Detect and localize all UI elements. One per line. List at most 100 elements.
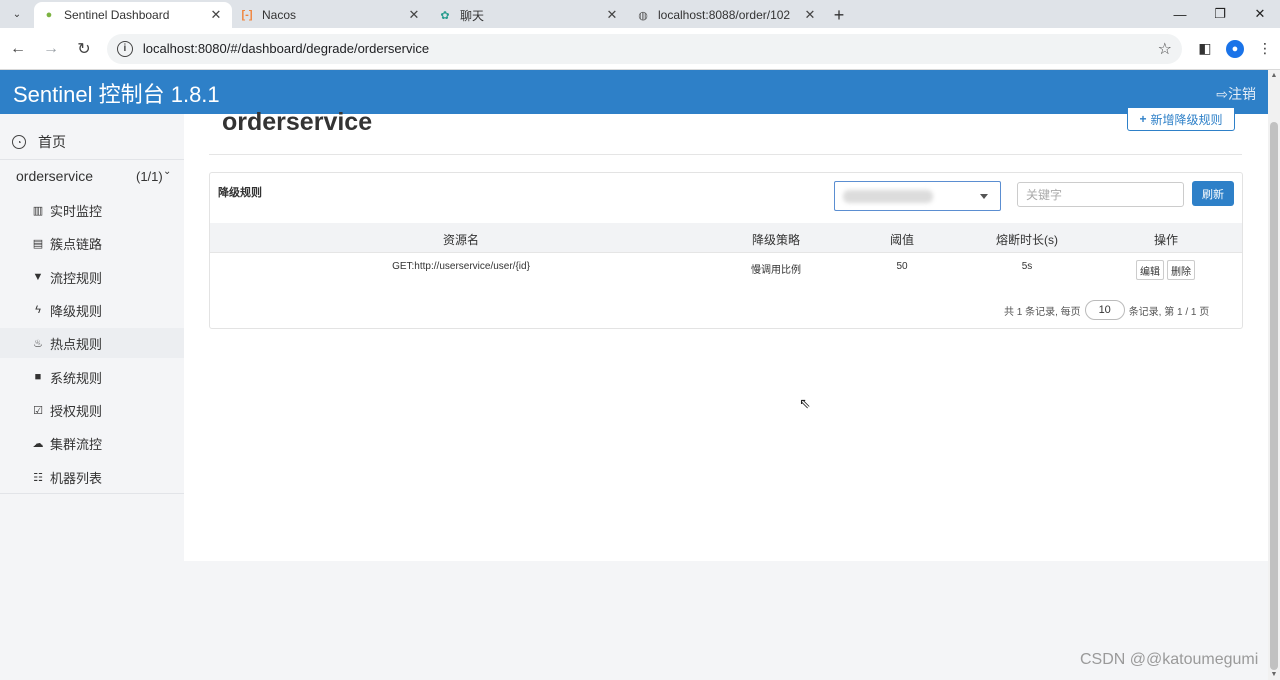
back-icon[interactable]: ← (3, 34, 33, 64)
scroll-down-icon[interactable]: ▼ (1268, 671, 1280, 678)
forward-icon[interactable]: → (36, 34, 66, 64)
refresh-button[interactable]: 刷新 (1192, 181, 1234, 206)
th-list-icon: ☷ (33, 471, 43, 484)
blurred-selected-value (843, 190, 933, 203)
add-degrade-rule-button[interactable]: + 新增降级规则 (1127, 108, 1235, 131)
page-footer-area (0, 561, 1268, 680)
tab-search-button[interactable]: ⌄ (6, 3, 28, 25)
sidebar-item-cluster-flow[interactable]: ☁ 集群流控 (0, 428, 184, 458)
page-title: orderservice (222, 108, 373, 136)
sidebar-item-label: 首页 (38, 134, 66, 150)
sidebar-item-machine-list[interactable]: ☷ 机器列表 (0, 462, 184, 492)
reload-icon[interactable]: ↻ (69, 34, 99, 64)
openai-icon: ✿ (440, 9, 450, 22)
bookmark-star-icon[interactable]: ☆ (1158, 39, 1172, 59)
chevron-down-icon: ⌄ (163, 166, 172, 177)
close-icon[interactable]: ✕ (802, 7, 818, 23)
sidebar-item-degrade-rules[interactable]: ϟ 降级规则 (0, 295, 184, 325)
tab-nacos[interactable]: [-] Nacos ✕ (232, 2, 430, 28)
column-header-duration: 熔断时长(s) (996, 233, 1058, 247)
close-icon[interactable]: ✕ (406, 7, 422, 23)
column-header-resource: 资源名 (442, 233, 480, 247)
tab-label: Sentinel Dashboard (64, 8, 170, 22)
toolbar-right: ◧ ● ⋮ (1190, 34, 1280, 64)
delete-button[interactable]: 删除 (1167, 260, 1195, 280)
tab-chat[interactable]: ✿ 聊天 ✕ (430, 2, 628, 28)
cell-duration: 5s (1021, 261, 1033, 272)
restore-icon[interactable]: ❐ (1200, 0, 1240, 28)
tab-strip: ⌄ ● Sentinel Dashboard ✕ [-] Nacos ✕ ✿ 聊… (0, 0, 1280, 28)
close-icon[interactable]: ✕ (604, 7, 620, 23)
app-name: orderservice (16, 168, 94, 184)
globe-icon: ◍ (638, 9, 648, 22)
degrade-rules-panel: 降级规则 刷新 资源名 降级策略 阈值 熔断时长(s) 操作 GET:http:… (209, 172, 1243, 329)
close-window-icon[interactable]: ✕ (1240, 0, 1280, 28)
address-bar[interactable]: i localhost:8080/#/dashboard/degrade/ord… (106, 33, 1182, 64)
close-icon[interactable]: ✕ (208, 7, 224, 23)
brand-title[interactable]: Sentinel 控制台 1.8.1 (13, 77, 220, 109)
sidebar-item-auth-rules[interactable]: ☑ 授权规则 (0, 395, 184, 425)
bar-chart-icon: ▥ (32, 204, 44, 217)
check-square-icon: ☑ (33, 404, 43, 417)
tab-label: 聊天 (460, 8, 485, 23)
column-header-strategy: 降级策略 (751, 233, 801, 247)
edit-button[interactable]: 编辑 (1136, 260, 1164, 280)
window-controls: — ❐ ✕ (1160, 0, 1280, 28)
pager-suffix: 条记录, 第 1 / 1 页 (1128, 306, 1210, 318)
tab-localhost-order[interactable]: ◍ localhost:8088/order/102 ✕ (628, 2, 826, 28)
logout-link[interactable]: ⇨注销 (1216, 84, 1256, 104)
app-count: (1/1) (136, 168, 163, 184)
machine-select[interactable] (834, 181, 1001, 211)
plus-icon: + (1139, 112, 1147, 126)
sidebar-app-orderservice[interactable]: orderservice (1/1) ⌄ (0, 163, 184, 189)
side-panel-icon[interactable]: ◧ (1190, 34, 1220, 64)
sidebar-item-cluster-link[interactable]: ▤ 簇点链路 (0, 228, 184, 258)
url-text[interactable]: localhost:8080/#/dashboard/degrade/order… (143, 41, 1158, 56)
panel-title: 降级规则 (218, 187, 262, 199)
site-info-icon[interactable]: i (116, 40, 133, 57)
cell-strategy: 慢调用比例 (751, 265, 801, 276)
column-header-actions: 操作 (1153, 233, 1179, 247)
bolt-icon: ϟ (35, 304, 41, 316)
minimize-icon[interactable]: — (1160, 0, 1200, 28)
sidebar: ◔ 首页 orderservice (1/1) ⌄ ▥ 实时监控 ▤ 簇点链路 ▼ 流… (0, 114, 184, 561)
menu-kebab-icon[interactable]: ⋮ (1250, 34, 1280, 64)
pagination: 共 1 条记录, 每页 10 条记录, 第 1 / 1 页 (1004, 300, 1209, 320)
scroll-up-icon[interactable]: ▲ (1268, 72, 1280, 79)
pager-prefix: 共 1 条记录, 每页 (1004, 306, 1081, 318)
sidebar-item-label: 实时监控 (50, 203, 103, 219)
mouse-cursor-icon: ⇖ (799, 395, 811, 411)
nacos-icon: [-] (241, 9, 253, 21)
cell-resource: GET:http://userservice/user/{id} (392, 261, 530, 272)
scrollbar-thumb[interactable] (1270, 122, 1278, 670)
lock-icon: ■ (34, 371, 42, 383)
logout-label: 注销 (1228, 86, 1256, 102)
sidebar-item-home[interactable]: ◔ 首页 (0, 126, 184, 158)
cloud-icon: ☁ (32, 437, 44, 450)
sidebar-item-label: 簇点链路 (50, 236, 103, 252)
vertical-scrollbar[interactable]: ▲ ▼ (1268, 70, 1280, 680)
tab-label: Nacos (262, 8, 297, 22)
main-content: orderservice +新增降级规则 降级规则 刷新 资源名 降级策略 阈值… (184, 108, 1268, 561)
filter-icon: ▼ (32, 271, 44, 283)
sign-out-icon: ⇨ (1216, 86, 1228, 102)
divider (0, 493, 184, 494)
list-icon: ▤ (32, 237, 44, 250)
sidebar-item-realtime-monitor[interactable]: ▥ 实时监控 (0, 195, 184, 225)
sidebar-item-label: 系统规则 (50, 370, 103, 386)
app-header: Sentinel 控制台 1.8.1 ⇨注销 (0, 70, 1268, 114)
cell-threshold: 50 (896, 261, 908, 272)
sidebar-item-flow-rules[interactable]: ▼ 流控规则 (0, 262, 184, 292)
new-tab-button[interactable]: + (826, 3, 852, 27)
keyword-search-input[interactable] (1017, 182, 1184, 207)
page-size-input[interactable]: 10 (1084, 300, 1125, 320)
profile-avatar-icon[interactable]: ● (1225, 39, 1244, 58)
tab-sentinel-dashboard[interactable]: ● Sentinel Dashboard ✕ (34, 2, 232, 28)
sidebar-item-label: 集群流控 (50, 436, 103, 452)
dashboard-icon: ◔ (12, 135, 26, 149)
sidebar-item-system-rules[interactable]: ■ 系统规则 (0, 362, 184, 392)
sidebar-item-hotspot-rules[interactable]: ♨ 热点规则 (0, 328, 184, 358)
add-button-label: 新增降级规则 (1150, 112, 1223, 127)
divider (209, 154, 1242, 155)
sidebar-item-label: 降级规则 (50, 303, 103, 319)
